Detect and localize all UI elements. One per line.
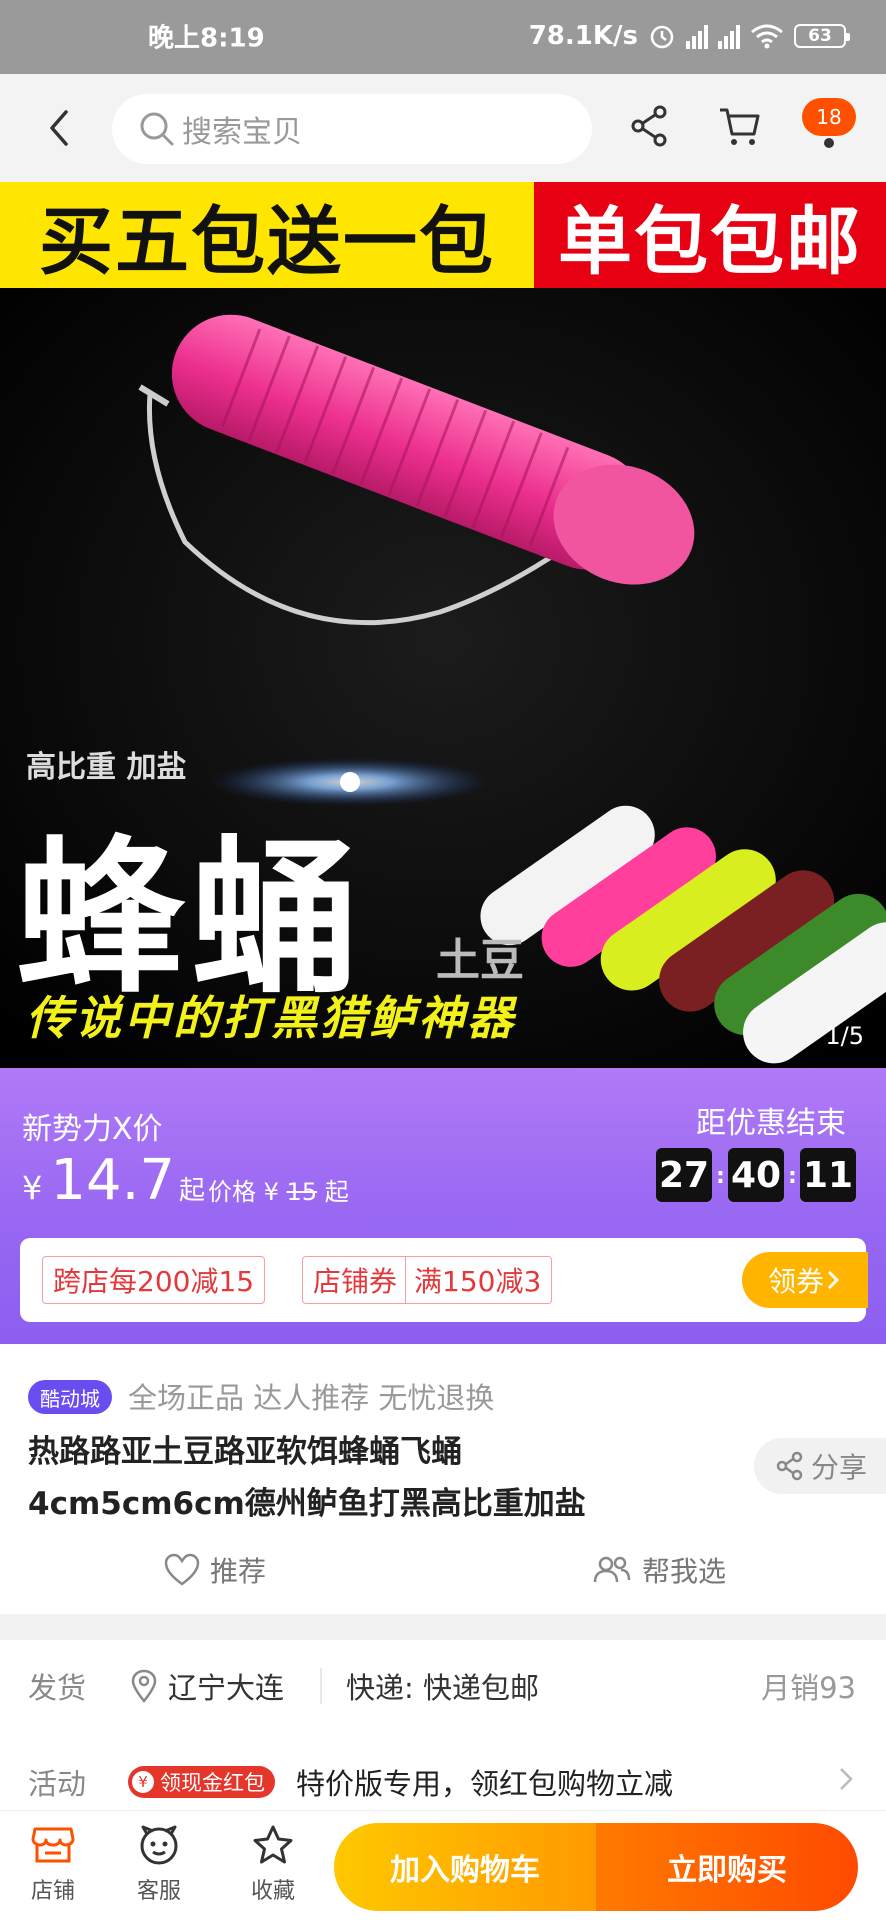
orig-suffix: 起 — [324, 1178, 349, 1206]
share-icon[interactable] — [622, 98, 678, 154]
banner-left-text: 买五包送一包 — [39, 198, 495, 285]
promo-price-section: 新势力X价 ¥ 14.7 起 价格 ¥ 15 起 距优惠结束 27 : 40 :… — [0, 1068, 886, 1344]
service-label: 客服 — [136, 1879, 181, 1904]
hero-brand: 土豆 — [436, 935, 524, 986]
coupon-store[interactable]: 店铺券 满150减3 — [302, 1256, 553, 1304]
cart-icon[interactable] — [712, 98, 768, 154]
coupon-store-label: 店铺券 — [313, 1265, 398, 1298]
express-info: 快递: 快递包邮 — [346, 1671, 539, 1705]
divider — [320, 1668, 322, 1704]
chevron-right-icon — [827, 1270, 840, 1290]
currency-symbol: ¥ — [22, 1169, 43, 1207]
product-features: 全场正品 达人推荐 无忧退换 — [128, 1381, 495, 1415]
shipping-section[interactable]: 发货 辽宁大连 快递: 快递包邮 月销93 活动 ¥ 领现金红包 特价版专用，领… — [0, 1640, 886, 1830]
wifi-icon — [751, 24, 783, 49]
coupon-cross-store-text: 跨店每200减15 — [53, 1265, 255, 1298]
get-coupon-label: 领券 — [767, 1265, 824, 1298]
status-right: 78.1K/s 63 — [528, 21, 850, 51]
shop-label: 店铺 — [30, 1879, 75, 1904]
status-bar: 晚上8:19 78.1K/s 63 — [0, 0, 886, 74]
coupon-divider — [405, 1256, 407, 1304]
share-icon — [776, 1451, 803, 1481]
orig-prefix: 价格 ¥ — [208, 1178, 279, 1206]
buy-now-button[interactable]: 立即购买 — [596, 1823, 858, 1911]
hero-slogan: 传说中的打黑猎鲈神器 — [26, 991, 516, 1045]
yen-icon: ¥ — [132, 1771, 154, 1793]
favorite-button[interactable]: 收藏 — [228, 1821, 318, 1905]
countdown-minutes: 40 — [728, 1148, 784, 1202]
price-value: 14.7 — [50, 1148, 176, 1213]
people-icon — [593, 1556, 631, 1583]
search-bar[interactable]: 搜索宝贝 — [112, 94, 592, 164]
product-image[interactable]: 买五包送一包 单包包邮 高比重 加盐 蜂蛹 土豆 传说中的打黑猎鲈神器 1/5 — [0, 182, 886, 1068]
signal-icon-2 — [718, 23, 740, 49]
product-info: 酷动城 全场正品 达人推荐 无忧退换 热路路亚土豆路亚软饵蜂蛹飞蛹4cm5cm6… — [0, 1344, 886, 1614]
product-title: 热路路亚土豆路亚软饵蜂蛹飞蛹4cm5cm6cm德州鲈鱼打黑高比重加盐 — [28, 1434, 586, 1522]
red-packet-label: 领现金红包 — [160, 1771, 265, 1795]
countdown-sep: : — [788, 1164, 797, 1189]
add-to-cart-button[interactable]: 加入购物车 — [334, 1823, 596, 1911]
location-text: 辽宁大连 — [168, 1671, 285, 1705]
countdown-sep: : — [716, 1164, 725, 1189]
hero-tagline: 高比重 加盐 — [26, 750, 187, 785]
share-button[interactable]: 分享 — [754, 1438, 886, 1494]
ship-location: 辽宁大连 — [130, 1665, 284, 1707]
alarm-icon — [650, 25, 674, 49]
top-nav: 搜索宝贝 18 — [0, 74, 886, 182]
promo-banner-left: 买五包送一包 — [0, 182, 534, 288]
activity-description: 特价版专用，领红包购物立减 — [296, 1767, 674, 1801]
price-suffix: 起 — [179, 1176, 206, 1206]
shop-button[interactable]: 店铺 — [8, 1821, 98, 1905]
original-price: 价格 ¥ 15 起 — [208, 1172, 349, 1207]
status-time: 晚上8:19 — [148, 23, 265, 54]
more-badge[interactable]: 18 — [802, 98, 856, 136]
recommend-button[interactable]: 推荐 — [164, 1550, 266, 1590]
monthly-sales: 月销93 — [761, 1671, 856, 1705]
coupon-cross-store[interactable]: 跨店每200减15 — [42, 1256, 266, 1304]
heart-icon — [164, 1553, 200, 1586]
promo-banner-right: 单包包邮 — [534, 182, 886, 288]
get-coupon-button[interactable]: 领券 — [742, 1252, 868, 1308]
shop-icon — [31, 1827, 75, 1863]
battery-icon: 63 — [794, 24, 850, 48]
favorite-label: 收藏 — [250, 1879, 295, 1904]
activity-label: 活动 — [28, 1767, 87, 1801]
back-button[interactable] — [38, 102, 82, 154]
countdown-seconds: 11 — [800, 1148, 856, 1202]
location-pin-icon — [131, 1669, 157, 1703]
coupon-card: 跨店每200减15 店铺券 满150减3 领券 — [20, 1238, 868, 1322]
orig-value: 15 — [286, 1178, 318, 1206]
recommend-label: 推荐 — [210, 1555, 267, 1588]
red-packet-badge[interactable]: ¥ 领现金红包 — [128, 1766, 275, 1798]
share-label: 分享 — [810, 1451, 867, 1484]
countdown-hours: 27 — [656, 1148, 712, 1202]
help-choose-label: 帮我选 — [642, 1555, 727, 1588]
more-dot[interactable] — [824, 138, 834, 148]
signal-icon — [686, 23, 708, 49]
ship-label: 发货 — [28, 1671, 87, 1705]
image-counter: 1/5 — [825, 1022, 864, 1050]
chevron-right-icon[interactable] — [836, 1764, 856, 1794]
store-badge: 酷动城 — [28, 1380, 112, 1414]
product-page: 晚上8:19 78.1K/s 63 搜索宝贝 18 买五包送一包 单包包邮 高比… — [0, 0, 886, 1920]
banner-right-text: 单包包邮 — [558, 198, 862, 285]
net-speed: 78.1K/s — [528, 21, 638, 51]
search-icon — [140, 112, 174, 146]
current-price: ¥ 14.7 起 — [22, 1148, 205, 1213]
star-icon — [253, 1825, 293, 1864]
coupon-store-value: 满150减3 — [414, 1265, 542, 1298]
search-placeholder: 搜索宝贝 — [182, 115, 302, 150]
promo-ends-label: 距优惠结束 — [696, 1106, 846, 1141]
help-choose-button[interactable]: 帮我选 — [592, 1550, 726, 1590]
bottom-action-bar: 店铺 客服 收藏 加入购物车 立即购买 — [0, 1810, 886, 1920]
customer-service-icon — [140, 1825, 178, 1865]
promo-label: 新势力X价 — [22, 1112, 163, 1147]
service-button[interactable]: 客服 — [114, 1821, 204, 1905]
